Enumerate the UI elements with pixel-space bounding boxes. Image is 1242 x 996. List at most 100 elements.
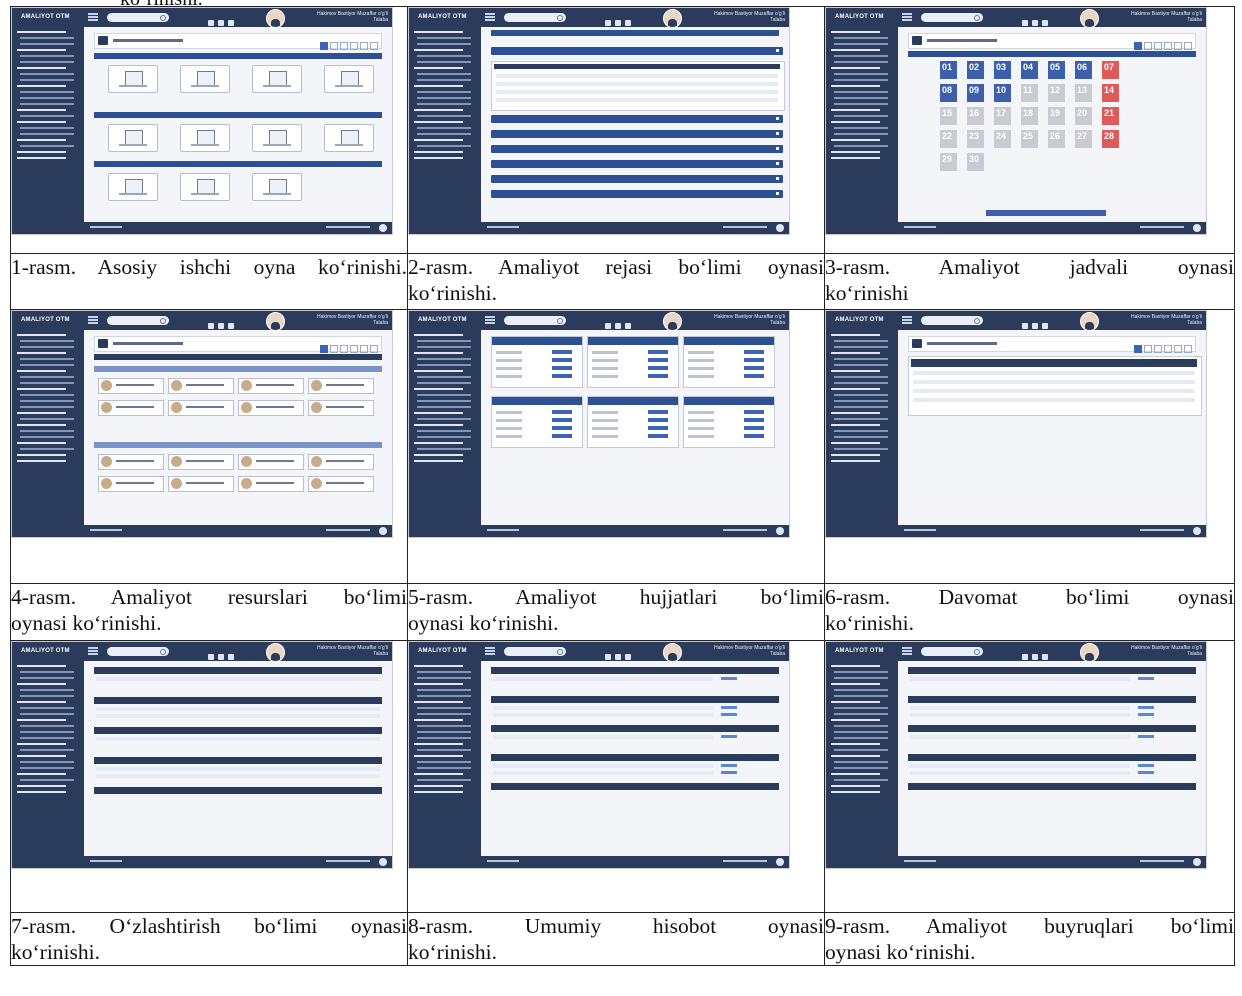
doc-label [592,367,618,370]
user-role-text: Talaba [770,651,785,657]
doc-button [552,418,572,422]
doc-button [744,374,764,378]
footer-left-text [904,860,936,862]
table-header [908,667,1196,674]
document-card [683,396,775,448]
day-number: 13 [1077,85,1088,95]
menu-icon [902,13,912,21]
calendar-day: 05 [1048,61,1065,79]
download-link [1138,771,1154,774]
document-card [587,396,679,448]
calendar-day: 15 [940,107,957,125]
page-header [94,33,382,50]
app-topbar: AMALIYOT OTM Hakimov Baxtiyor Muzaffar o‘… [409,642,789,662]
subject-title [113,39,183,42]
notification-icons [605,13,639,26]
app-sidebar [409,661,481,868]
caption-row-1: 1-rasm. Asosiy ishchi oyna ko‘rinishi. 2… [10,253,1235,310]
subject-title [927,39,997,42]
screenshot-9: AMALIYOT OTM Hakimov Baxtiyor Muzaffar o‘… [825,641,1207,869]
section-bar [94,112,382,118]
table-header [94,667,382,674]
footer-right-text [723,529,767,531]
download-link [721,706,737,709]
page-header [908,33,1196,50]
doc-label [592,427,618,430]
app-sidebar [12,661,84,868]
avatar [1080,9,1099,28]
section-bar [94,354,382,360]
caption-5: 5-rasm. Amaliyot hujjatlari bo‘limi oynas… [407,583,825,641]
search-input [921,647,983,656]
accordion-item [491,145,783,153]
doc-button [552,366,572,370]
card-header [492,397,582,405]
caption-9: 9-rasm. Amaliyot buyruqlari bo‘limi oynas… [824,912,1235,966]
download-link [1138,706,1154,709]
table-row [910,764,1130,768]
table-row [496,82,778,86]
day-number: 10 [996,85,1007,95]
resource-person [308,454,374,470]
app-content [84,661,392,868]
app-footer [84,525,392,537]
figure-table: AMALIYOT OTM Hakimov Baxtiyor Muzaffar o‘… [10,6,1235,966]
doc-button [744,350,764,354]
footer-left-text [90,860,122,862]
image-row-2: AMALIYOT OTM Hakimov Baxtiyor Muzaffar o‘… [10,309,1235,584]
app-brand: AMALIYOT OTM [418,14,467,20]
accordion-item [491,115,783,123]
app-brand: AMALIYOT OTM [21,317,70,323]
document-card [491,396,583,448]
section-bar [94,161,382,167]
app-content [898,661,1206,868]
module-card [180,65,230,93]
search-input [504,647,566,656]
doc-button [648,418,668,422]
app-topbar: AMALIYOT OTM Hakimov Baxtiyor Muzaffar o‘… [12,642,392,662]
doc-label [688,435,714,438]
notification-icons [605,316,639,329]
doc-button [648,374,668,378]
download-link [721,771,737,774]
avatar [1080,312,1099,331]
resource-person [168,476,234,492]
app-brand: AMALIYOT OTM [835,648,884,654]
day-number: 21 [1104,108,1115,118]
document-card [491,336,583,388]
notification-icons [208,316,242,329]
doc-button [552,358,572,362]
app-content [84,330,392,537]
caption-6: 6-rasm. Davomat bo‘limi oynasi ko‘rinishi… [824,583,1235,641]
calendar-day: 18 [1021,107,1038,125]
resource-person [168,454,234,470]
user-role-text: Talaba [373,320,388,326]
doc-button [552,374,572,378]
footer-icon [379,858,387,866]
resource-person [98,454,164,470]
search-input [504,316,566,325]
app-topbar: AMALIYOT OTM Hakimov Baxtiyor Muzaffar o‘… [409,311,789,331]
table-header [911,359,1197,367]
doc-label [496,419,522,422]
resource-person [168,378,234,394]
app-content: 01 02 03 04 05 06 07 08 09 10 11 12 13 14 15 16 17 18 19 20… [898,27,1206,234]
app-content [481,661,789,868]
app-footer [898,856,1206,868]
doc-label [592,351,618,354]
menu-icon [88,316,98,324]
module-card [180,124,230,152]
day-number: 03 [996,62,1007,72]
resource-person [168,400,234,416]
doc-button [648,350,668,354]
page-header [94,336,382,353]
footer-right-text [723,226,767,228]
footer-right-text [1140,529,1184,531]
app-brand: AMALIYOT OTM [21,648,70,654]
doc-label [496,427,522,430]
subject-title [113,342,183,345]
table-row [496,90,778,94]
doc-button [648,358,668,362]
page-header [908,336,1196,353]
resource-person [308,378,374,394]
